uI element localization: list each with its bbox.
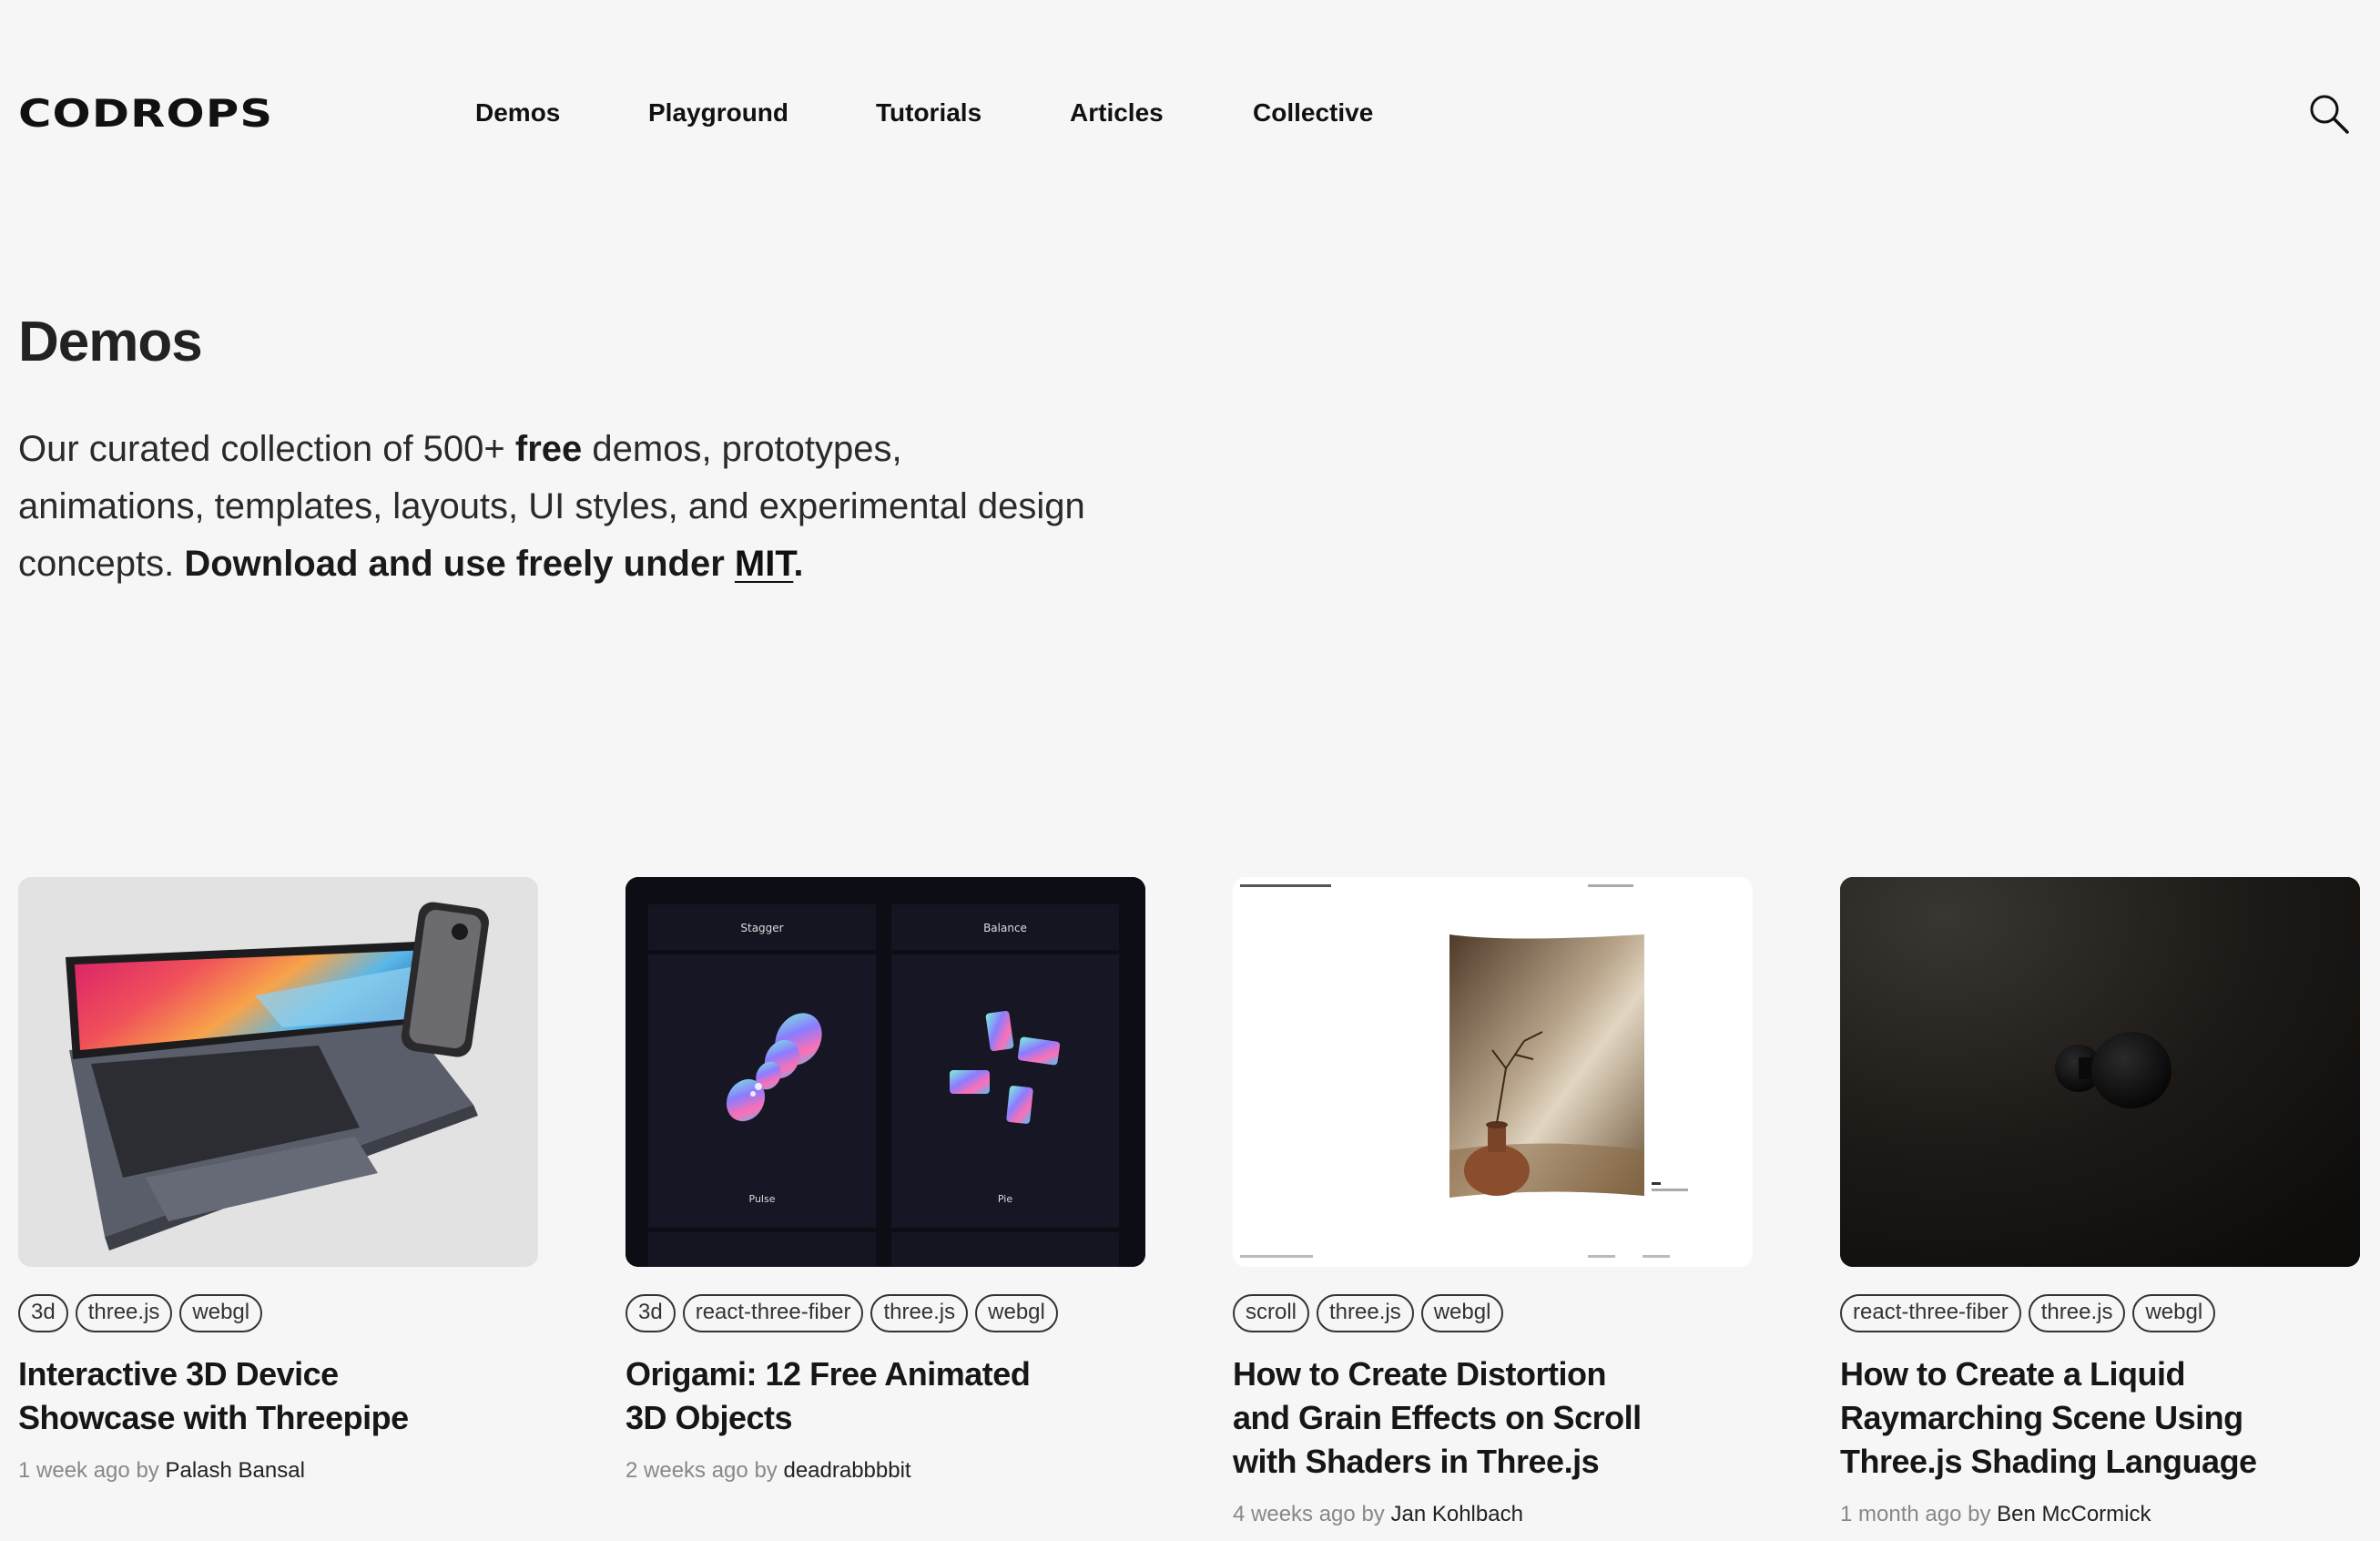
tag[interactable]: react-three-fiber <box>682 1294 864 1332</box>
card-meta: 1 week ago by Palash Bansal <box>18 1458 305 1483</box>
laptop-phone-image <box>66 902 489 1250</box>
nav-articles[interactable]: Articles <box>1070 98 1164 128</box>
panel-label: Pie <box>998 1193 1012 1205</box>
nav-playground[interactable]: Playground <box>648 98 788 128</box>
demo-card[interactable]: scroll three.js webgl How to Create Dist… <box>1233 877 1753 1527</box>
page-title: Demos <box>18 311 203 373</box>
tag-list: scroll three.js webgl <box>1233 1294 1753 1332</box>
mit-license-link[interactable]: MIT <box>735 544 793 584</box>
tag[interactable]: 3d <box>626 1294 676 1332</box>
site-logo[interactable]: CODROPS <box>18 91 273 136</box>
card-title[interactable]: How to Create a Liquid Raymarching Scene… <box>1840 1352 2277 1484</box>
tag[interactable]: three.js <box>870 1294 969 1332</box>
nav-demos[interactable]: Demos <box>475 98 560 128</box>
panel-label: Stagger <box>740 922 783 934</box>
card-meta: 4 weeks ago by Jan Kohlbach <box>1233 1502 1523 1526</box>
demo-card[interactable]: 3d three.js webgl Interactive 3D Device … <box>18 877 538 1484</box>
tag[interactable]: 3d <box>18 1294 68 1332</box>
nav-collective[interactable]: Collective <box>1253 98 1373 128</box>
tag[interactable]: three.js <box>2028 1294 2126 1332</box>
origami-objects-image: Stagger Balance Pulse Pie <box>626 877 1145 1267</box>
nav-tutorials[interactable]: Tutorials <box>876 98 981 128</box>
page-intro: Our curated collection of 500+ free demo… <box>18 429 1085 584</box>
tag[interactable]: three.js <box>75 1294 173 1332</box>
tag[interactable]: scroll <box>1233 1294 1310 1332</box>
search-button[interactable] <box>2308 93 2350 135</box>
tag[interactable]: webgl <box>2132 1294 2216 1332</box>
tag[interactable]: webgl <box>179 1294 263 1332</box>
card-thumbnail[interactable]: Stagger Balance Pulse Pie <box>626 877 1145 1267</box>
panel-label: Pulse <box>749 1193 776 1205</box>
card-title[interactable]: Origami: 12 Free Animated 3D Objects <box>626 1352 1063 1440</box>
card-thumbnail[interactable] <box>18 877 538 1267</box>
card-thumbnail[interactable] <box>1840 877 2360 1267</box>
card-thumbnail[interactable] <box>1233 877 1753 1267</box>
card-title[interactable]: Interactive 3D Device Showcase with Thre… <box>18 1352 455 1440</box>
vase-photo-image <box>1233 877 1753 1267</box>
author-link[interactable]: Jan Kohlbach <box>1390 1502 1522 1526</box>
tag-list: 3d three.js webgl <box>18 1294 538 1332</box>
tag-list: 3d react-three-fiber three.js webgl <box>626 1294 1145 1332</box>
card-meta: 2 weeks ago by deadrabbbbit <box>626 1458 911 1483</box>
author-link[interactable]: Ben McCormick <box>1997 1502 2151 1526</box>
card-meta: 1 month ago by Ben McCormick <box>1840 1502 2151 1526</box>
author-link[interactable]: Palash Bansal <box>165 1458 304 1483</box>
panel-label: Balance <box>983 922 1027 934</box>
tag[interactable]: react-three-fiber <box>1840 1294 2021 1332</box>
tag[interactable]: webgl <box>975 1294 1058 1332</box>
card-title[interactable]: How to Create Distortion and Grain Effec… <box>1233 1352 1670 1484</box>
author-link[interactable]: deadrabbbbit <box>783 1458 910 1483</box>
search-icon <box>2310 95 2349 134</box>
tag[interactable]: webgl <box>1420 1294 1504 1332</box>
tag-list: react-three-fiber three.js webgl <box>1840 1294 2360 1332</box>
demo-card[interactable]: react-three-fiber three.js webgl How to … <box>1840 877 2360 1527</box>
demo-card[interactable]: Stagger Balance Pulse Pie 3d react-three… <box>626 877 1145 1484</box>
tag[interactable]: three.js <box>1317 1294 1414 1332</box>
liquid-blob-image <box>1840 877 2360 1267</box>
